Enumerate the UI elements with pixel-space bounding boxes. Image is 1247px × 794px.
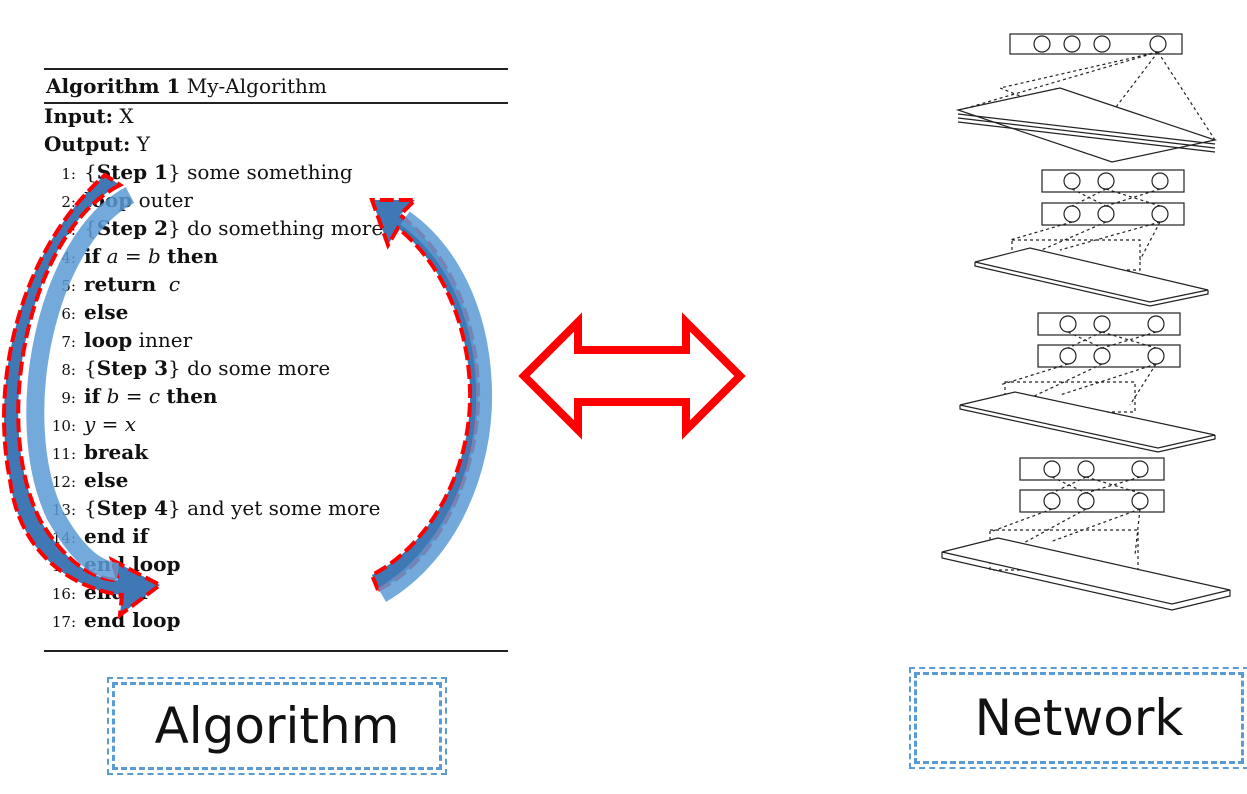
loop-arrow-left-icon [2,172,164,620]
output-layer [1009,33,1183,55]
network-caption-text: Network [974,689,1184,747]
network-caption: Network [909,667,1247,769]
algorithm-caption-text: Algorithm [154,697,400,755]
loop-arrow-right-icon [369,198,493,602]
algorithm-caption: Algorithm [107,677,447,775]
figure: Algorithm 1 My-Algorithm Input: X Output… [0,0,1247,794]
double-arrow-icon [518,312,746,440]
network-diagram [941,33,1231,611]
